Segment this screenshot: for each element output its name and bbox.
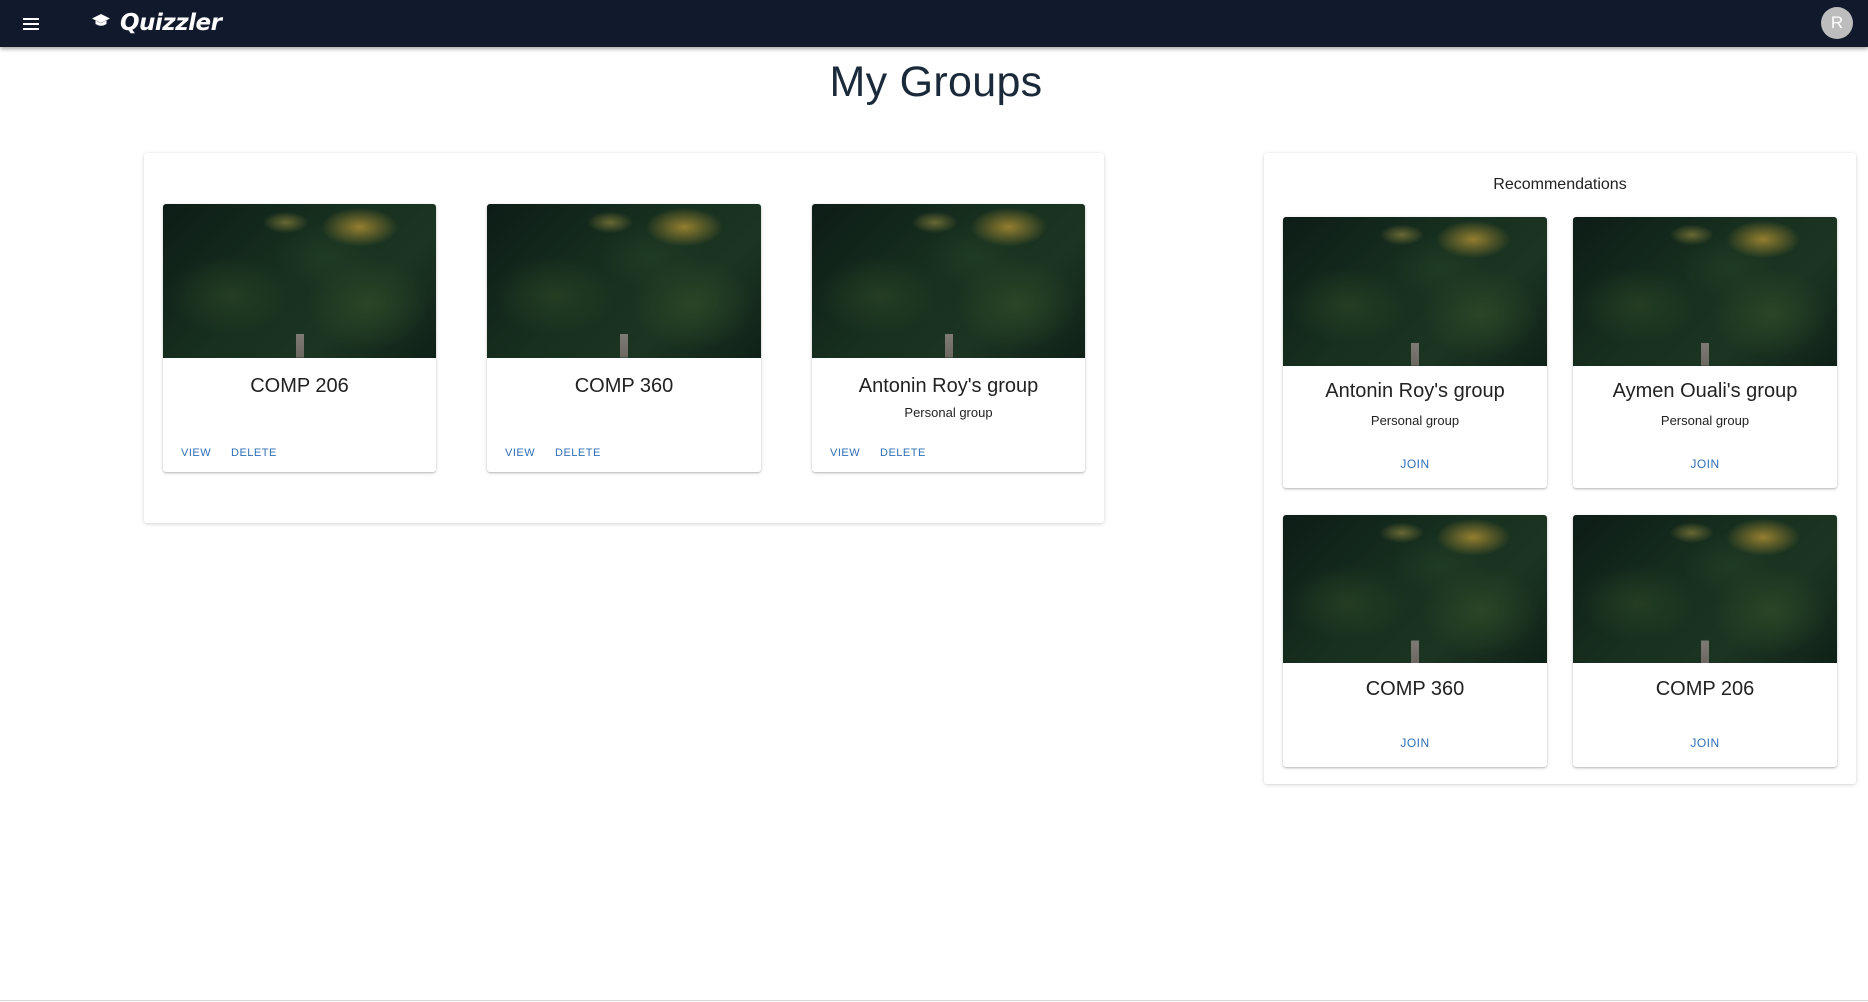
view-button[interactable]: VIEW — [830, 447, 860, 459]
recommendation-card-title: Antonin Roy's group — [1325, 380, 1505, 402]
recommendation-card-title: COMP 206 — [1655, 678, 1755, 700]
brand-name: Quizzler — [120, 10, 222, 36]
join-button[interactable]: JOIN — [1573, 457, 1837, 471]
top-app-bar: Quizzler R — [0, 0, 1868, 47]
recommendation-card-image — [1573, 515, 1837, 663]
page-title: My Groups — [829, 58, 1043, 106]
delete-button[interactable]: DELETE — [880, 447, 926, 459]
group-card: COMP 206 VIEW DELETE — [163, 204, 436, 472]
recommendation-card-image — [1283, 217, 1547, 366]
group-card-subtitle: Personal group — [904, 405, 993, 420]
delete-button[interactable]: DELETE — [555, 447, 601, 459]
view-button[interactable]: VIEW — [505, 447, 535, 459]
group-card: Antonin Roy's group Personal group VIEW … — [812, 204, 1085, 472]
recommendation-card-image — [1283, 515, 1547, 663]
recommendation-card-title: Aymen Ouali's group — [1612, 380, 1798, 402]
recommendation-card: COMP 360 JOIN — [1283, 515, 1547, 767]
group-card-image — [163, 204, 436, 358]
recommendations-title: Recommendations — [1493, 176, 1627, 193]
graduation-cap-icon — [92, 13, 110, 33]
delete-button[interactable]: DELETE — [231, 447, 277, 459]
group-card-image — [812, 204, 1085, 358]
view-button[interactable]: VIEW — [181, 447, 211, 459]
join-button[interactable]: JOIN — [1283, 736, 1547, 750]
join-button[interactable]: JOIN — [1283, 457, 1547, 471]
recommendation-card-image — [1573, 217, 1837, 366]
avatar[interactable]: R — [1821, 7, 1853, 39]
join-button[interactable]: JOIN — [1573, 736, 1837, 750]
recommendation-card: Antonin Roy's group Personal group JOIN — [1283, 217, 1547, 488]
recommendation-card-subtitle: Personal group — [1370, 413, 1460, 428]
page-divider — [0, 1000, 1868, 1001]
menu-icon[interactable] — [16, 9, 45, 38]
recommendation-card: Aymen Ouali's group Personal group JOIN — [1573, 217, 1837, 488]
group-card-title: COMP 360 — [574, 375, 674, 397]
recommendation-card: COMP 206 JOIN — [1573, 515, 1837, 767]
brand-logo[interactable]: Quizzler — [92, 8, 222, 38]
group-card: COMP 360 VIEW DELETE — [487, 204, 761, 472]
recommendation-card-subtitle: Personal group — [1660, 413, 1750, 428]
group-card-image — [487, 204, 761, 358]
recommendation-card-title: COMP 360 — [1365, 678, 1465, 700]
group-card-title: COMP 206 — [250, 375, 349, 397]
group-card-title: Antonin Roy's group — [858, 375, 1039, 397]
